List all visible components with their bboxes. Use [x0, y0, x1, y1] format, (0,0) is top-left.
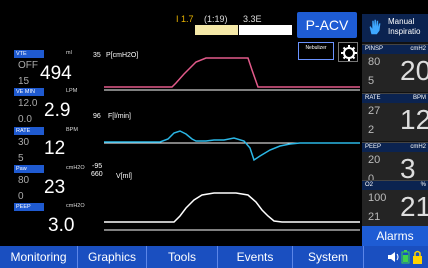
- setting-label: PINSP: [365, 46, 384, 52]
- setting-value: 20: [400, 55, 428, 86]
- bottom-nav: Monitoring Graphics Tools Events System: [0, 246, 428, 268]
- nav-tools[interactable]: Tools: [147, 246, 218, 268]
- setting-label: O2: [365, 182, 374, 188]
- setting-unit: cmH2: [410, 144, 426, 150]
- nav-system[interactable]: System: [293, 246, 364, 268]
- setting-low: 2: [368, 124, 375, 136]
- setting-pinsp[interactable]: PINSP cmH2 80 5 20: [362, 44, 428, 92]
- ventilator-screen: I 1.7 (1:19) 3.3E P-ACV VTE ml OFF 15 49…: [0, 0, 428, 268]
- flow-waveform: [104, 130, 360, 162]
- setting-header: PEEP cmH2: [362, 143, 428, 152]
- setting-header: PINSP cmH2: [362, 45, 428, 54]
- setting-high: 27: [368, 105, 381, 117]
- pressure-waveform: [104, 57, 360, 88]
- setting-unit: BPM: [412, 95, 426, 101]
- settings-panel: Manual Inspiratio PINSP cmH2 80 5 20 RAT…: [362, 14, 428, 246]
- nav-monitoring[interactable]: Monitoring: [0, 246, 78, 268]
- setting-label: PEEP: [365, 144, 382, 150]
- gear-icon: [341, 45, 357, 61]
- manual-label-line2: Inspiratio: [388, 27, 421, 36]
- setting-label: RATE: [365, 95, 381, 101]
- setting-unit: cmH2: [410, 46, 426, 52]
- setting-high: 80: [368, 56, 381, 68]
- setting-unit: %: [420, 182, 426, 188]
- setting-value: 12: [400, 104, 428, 135]
- setting-rate[interactable]: RATE BPM 27 2 12: [362, 93, 428, 141]
- nebulizer-button[interactable]: Nebulizer: [298, 42, 334, 60]
- manual-label: Manual Inspiratio: [388, 17, 420, 37]
- setting-value: 21: [400, 191, 428, 222]
- nebulizer-label: Nebulizer: [305, 45, 327, 51]
- alarms-button[interactable]: Alarms: [362, 226, 428, 246]
- setting-low: 5: [368, 75, 375, 87]
- nav-events[interactable]: Events: [218, 246, 293, 268]
- setting-header: O2 %: [362, 181, 428, 190]
- status-icons: [388, 250, 422, 264]
- hand-icon: [369, 19, 381, 35]
- nav-graphics[interactable]: Graphics: [78, 246, 147, 268]
- gear-button[interactable]: [338, 42, 358, 62]
- lock-icon: [413, 250, 422, 264]
- manual-inspiration-button[interactable]: Manual Inspiratio: [362, 14, 428, 42]
- setting-header: RATE BPM: [362, 94, 428, 103]
- volume-waveform: [104, 192, 360, 223]
- battery-icon: [401, 250, 410, 264]
- setting-high: 100: [368, 192, 387, 204]
- manual-label-line1: Manual: [388, 17, 415, 26]
- setting-high: 20: [368, 154, 381, 166]
- speaker-icon: [388, 252, 399, 262]
- setting-o2[interactable]: O2 % 100 21 21: [362, 180, 428, 228]
- setting-low: 21: [368, 211, 381, 223]
